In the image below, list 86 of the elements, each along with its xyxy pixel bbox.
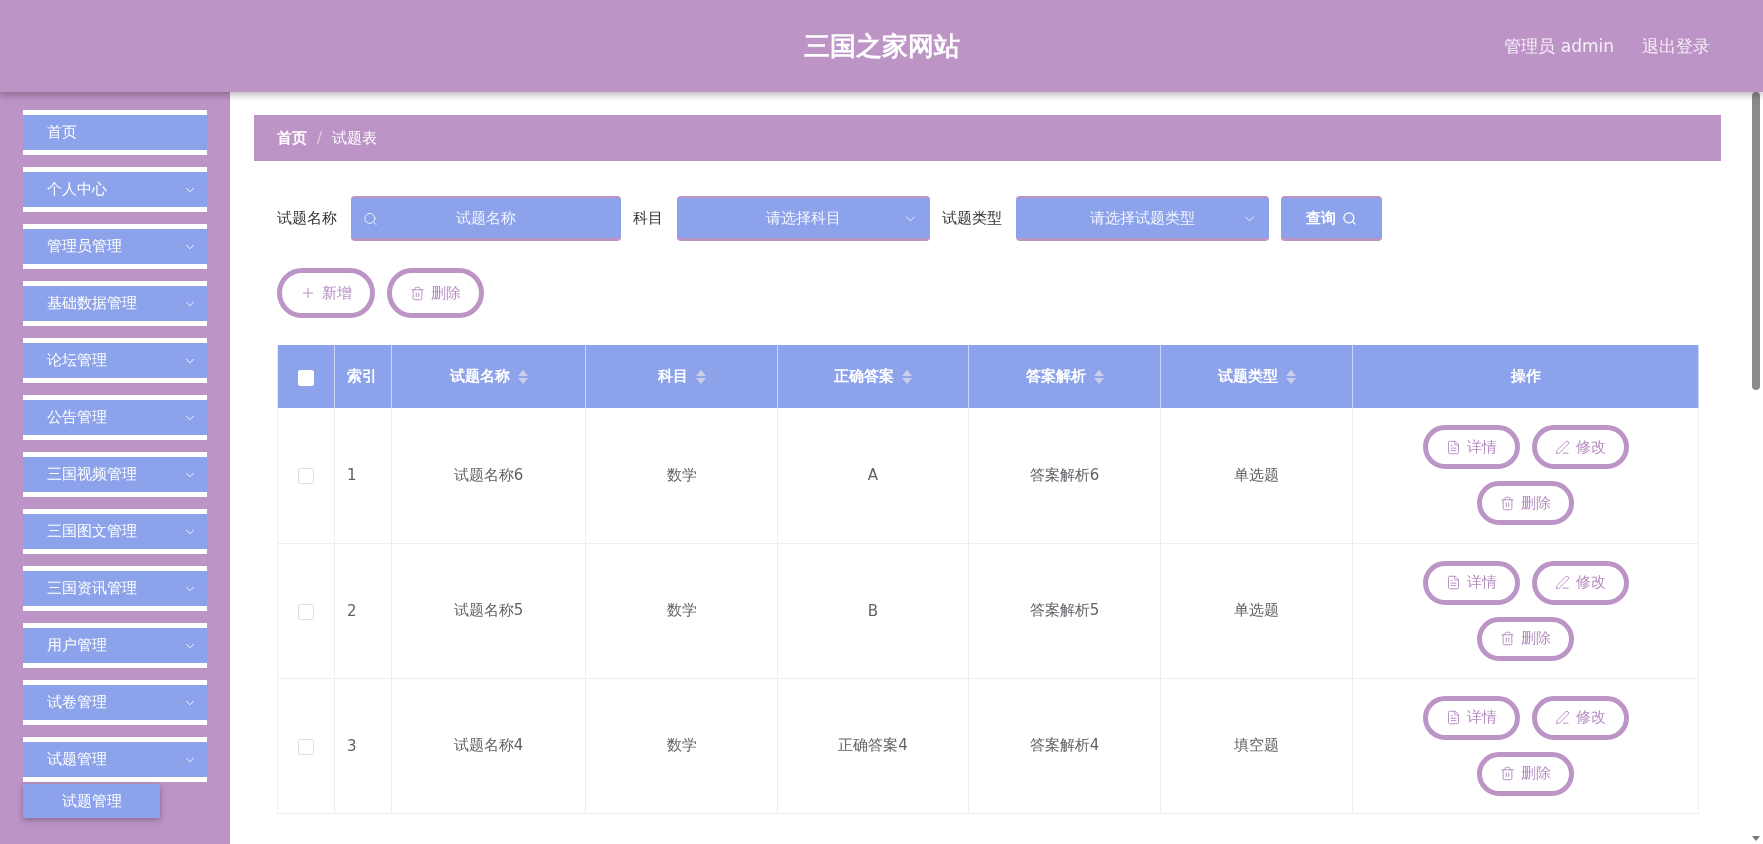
pencil-icon: [1554, 439, 1570, 455]
column-header: 试题名称: [449, 367, 510, 386]
trash-icon: [1500, 631, 1515, 646]
sidebar-menu-item[interactable]: 首页: [23, 110, 207, 155]
table-cell: 3: [334, 678, 392, 813]
sidebar-menu-item[interactable]: 三国图文管理: [23, 509, 207, 554]
table-cell: 试题名称6: [391, 408, 586, 543]
delete-button[interactable]: 删除: [387, 268, 484, 318]
row-checkbox[interactable]: [298, 603, 314, 620]
column-header: 试题类型: [1217, 367, 1278, 386]
table-cell: 数学: [585, 408, 778, 543]
column-header: 正确答案: [834, 367, 894, 386]
sort-icon[interactable]: [695, 369, 706, 384]
table-cell: 填空题: [1160, 678, 1353, 813]
query-button[interactable]: 查询: [1281, 196, 1382, 241]
logout-link[interactable]: 退出登录: [1642, 34, 1710, 58]
column-header: 科目: [657, 367, 688, 386]
pencil-icon: [1554, 710, 1570, 725]
plus-icon: [300, 285, 316, 301]
table-cell: 试题名称4: [391, 678, 586, 813]
detail-button[interactable]: 详情: [1422, 560, 1520, 605]
delete-button[interactable]: 删除: [1477, 616, 1574, 661]
select-field[interactable]: 请选择试题类型: [1016, 196, 1269, 241]
search-icon: [1342, 210, 1357, 226]
table-cell: 答案解析4: [968, 678, 1161, 813]
trash-icon: [1500, 766, 1515, 781]
document-icon: [1445, 710, 1461, 725]
search-field[interactable]: 试题名称: [351, 196, 621, 241]
sort-icon[interactable]: [902, 369, 912, 384]
sidebar-menu-item[interactable]: 试卷管理: [23, 680, 207, 725]
delete-button[interactable]: 删除: [1477, 481, 1574, 526]
sidebar-menu-item[interactable]: 公告管理: [23, 395, 207, 440]
breadcrumb-link[interactable]: 首页: [277, 128, 307, 148]
table-cell: 单选题: [1160, 543, 1353, 678]
add-button[interactable]: 新增: [277, 268, 375, 318]
table-cell: 数学: [585, 678, 778, 813]
edit-button[interactable]: 修改: [1531, 695, 1629, 740]
select-field[interactable]: 请选择科目: [677, 196, 930, 241]
pencil-icon: [1554, 575, 1570, 590]
row-checkbox[interactable]: [298, 468, 314, 485]
document-icon: [1445, 439, 1461, 455]
sidebar-menu-item[interactable]: 基础数据管理: [23, 281, 207, 326]
table-cell: B: [777, 543, 969, 678]
sort-icon[interactable]: [517, 369, 528, 384]
sidebar-menu-item[interactable]: 三国视频管理: [23, 452, 207, 497]
sort-icon[interactable]: [1093, 369, 1104, 384]
document-icon: [1445, 575, 1461, 590]
table-cell: 2: [334, 543, 392, 678]
select-all-checkbox[interactable]: [298, 369, 314, 386]
table-cell: 1: [334, 408, 392, 543]
field-label: 试题类型: [942, 209, 1002, 228]
sidebar-menu-item[interactable]: 管理员管理: [23, 224, 207, 269]
sort-icon[interactable]: [1285, 369, 1296, 384]
table-cell: 数学: [585, 543, 778, 678]
edit-button[interactable]: 修改: [1531, 560, 1629, 605]
trash-icon: [1500, 495, 1515, 511]
column-header: 索引: [347, 367, 377, 386]
down-arrow-icon[interactable]: [1751, 836, 1760, 841]
breadcrumb-current-page: 试题表: [332, 128, 378, 148]
field-label: 试题名称: [277, 209, 337, 228]
edit-button[interactable]: 修改: [1531, 425, 1629, 470]
column-header: 操作: [1510, 367, 1541, 386]
table-cell: A: [777, 408, 969, 543]
trash-icon: [410, 285, 425, 301]
table-cell: 试题名称5: [391, 543, 586, 678]
table-cell: 答案解析5: [968, 543, 1161, 678]
sidebar-menu-item[interactable]: 个人中心: [23, 167, 207, 212]
sidebar-menu-item[interactable]: 试题管理: [23, 737, 207, 782]
table-cell: 答案解析6: [968, 408, 1161, 543]
sidebar-menu-item[interactable]: 用户管理: [23, 623, 207, 668]
sidebar-menu-item[interactable]: 三国资讯管理: [23, 566, 207, 611]
table-cell: 单选题: [1160, 408, 1353, 543]
site-title: 三国之家网站: [803, 29, 960, 63]
detail-button[interactable]: 详情: [1422, 695, 1520, 740]
column-header: 答案解析: [1025, 367, 1086, 386]
delete-button[interactable]: 删除: [1477, 751, 1574, 796]
search-icon: [363, 211, 378, 226]
row-checkbox[interactable]: [298, 738, 314, 755]
field-label: 科目: [633, 209, 663, 228]
sidebar-submenu-item[interactable]: 试题管理: [23, 784, 160, 818]
detail-button[interactable]: 详情: [1422, 425, 1520, 470]
breadcrumb-separator: /: [317, 129, 323, 147]
scrollbar-thumb[interactable]: [1751, 92, 1760, 390]
table-cell: 正确答案4: [777, 678, 969, 813]
sidebar-menu-item[interactable]: 论坛管理: [23, 338, 207, 383]
admin-user-label: 管理员 admin: [1504, 34, 1614, 58]
